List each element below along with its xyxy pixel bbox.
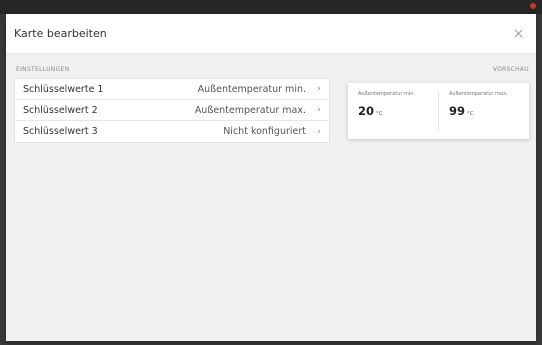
close-button[interactable]: [510, 26, 526, 42]
preview-value-unit: °C: [467, 111, 474, 117]
dialog-header: Karte bearbeiten: [6, 14, 536, 54]
row-value: Nicht konfiguriert: [223, 126, 306, 137]
row-value-group: Nicht konfiguriert ›: [223, 126, 323, 137]
background-window-bar: [0, 0, 542, 14]
chevron-right-icon: ›: [317, 126, 321, 137]
row-value-group: Außentemperatur max. ›: [195, 105, 323, 116]
close-icon: [514, 29, 522, 38]
preview-item-value: 20 °C: [358, 100, 428, 119]
preview-value-unit: °C: [376, 111, 383, 117]
row-label: Schlüsselwerte 1: [23, 83, 104, 95]
dialog-body: EINSTELLUNGEN Schlüsselwerte 1 Außentemp…: [6, 54, 536, 341]
edit-card-dialog: Karte bearbeiten EINSTELLUNGEN Schlüssel…: [6, 14, 536, 341]
row-label: Schlüsselwert 3: [23, 126, 98, 137]
row-value-group: Außentemperatur min. ›: [198, 84, 323, 95]
settings-list: Schlüsselwerte 1 Außentemperatur min. › …: [14, 78, 330, 143]
preview-value-number: 20: [358, 104, 375, 118]
preview-item-value: 99 °C: [449, 100, 519, 119]
row-value: Außentemperatur max.: [194, 104, 306, 116]
settings-section-label: EINSTELLUNGEN: [16, 66, 70, 73]
chevron-right-icon: ›: [317, 105, 321, 115]
preview-item-max-temperature: Außentemperatur max. 99 °C: [438, 91, 529, 131]
preview-value-number: 99: [449, 104, 466, 118]
settings-row-key-value-2[interactable]: Schlüsselwert 2 Außentemperatur max. ›: [15, 100, 329, 121]
preview-section-label: VORSCHAU: [492, 66, 529, 73]
preview-item-label: Außentemperatur max.: [449, 91, 508, 97]
preview-item-label: Außentemperatur min.: [358, 91, 416, 97]
chevron-right-icon: ›: [317, 84, 321, 94]
preview-card: Außentemperatur min. 20 °C Außentemperatu…: [348, 83, 529, 139]
row-label: Schlüsselwert 2: [23, 104, 98, 116]
settings-row-key-value-1[interactable]: Schlüsselwerte 1 Außentemperatur min. ›: [15, 79, 329, 100]
dialog-title: Karte bearbeiten: [14, 27, 107, 40]
row-value: Außentemperatur min.: [197, 83, 306, 95]
background-close-dot: [530, 3, 536, 9]
preview-item-min-temperature: Außentemperatur min. 20 °C: [348, 91, 438, 131]
preview-section: VORSCHAU Außentemperatur min. 20 °C Außen…: [348, 66, 529, 139]
settings-row-key-value-3[interactable]: Schlüsselwert 3 Nicht konfiguriert ›: [15, 121, 329, 142]
settings-section: EINSTELLUNGEN Schlüsselwerte 1 Außentemp…: [14, 66, 330, 143]
